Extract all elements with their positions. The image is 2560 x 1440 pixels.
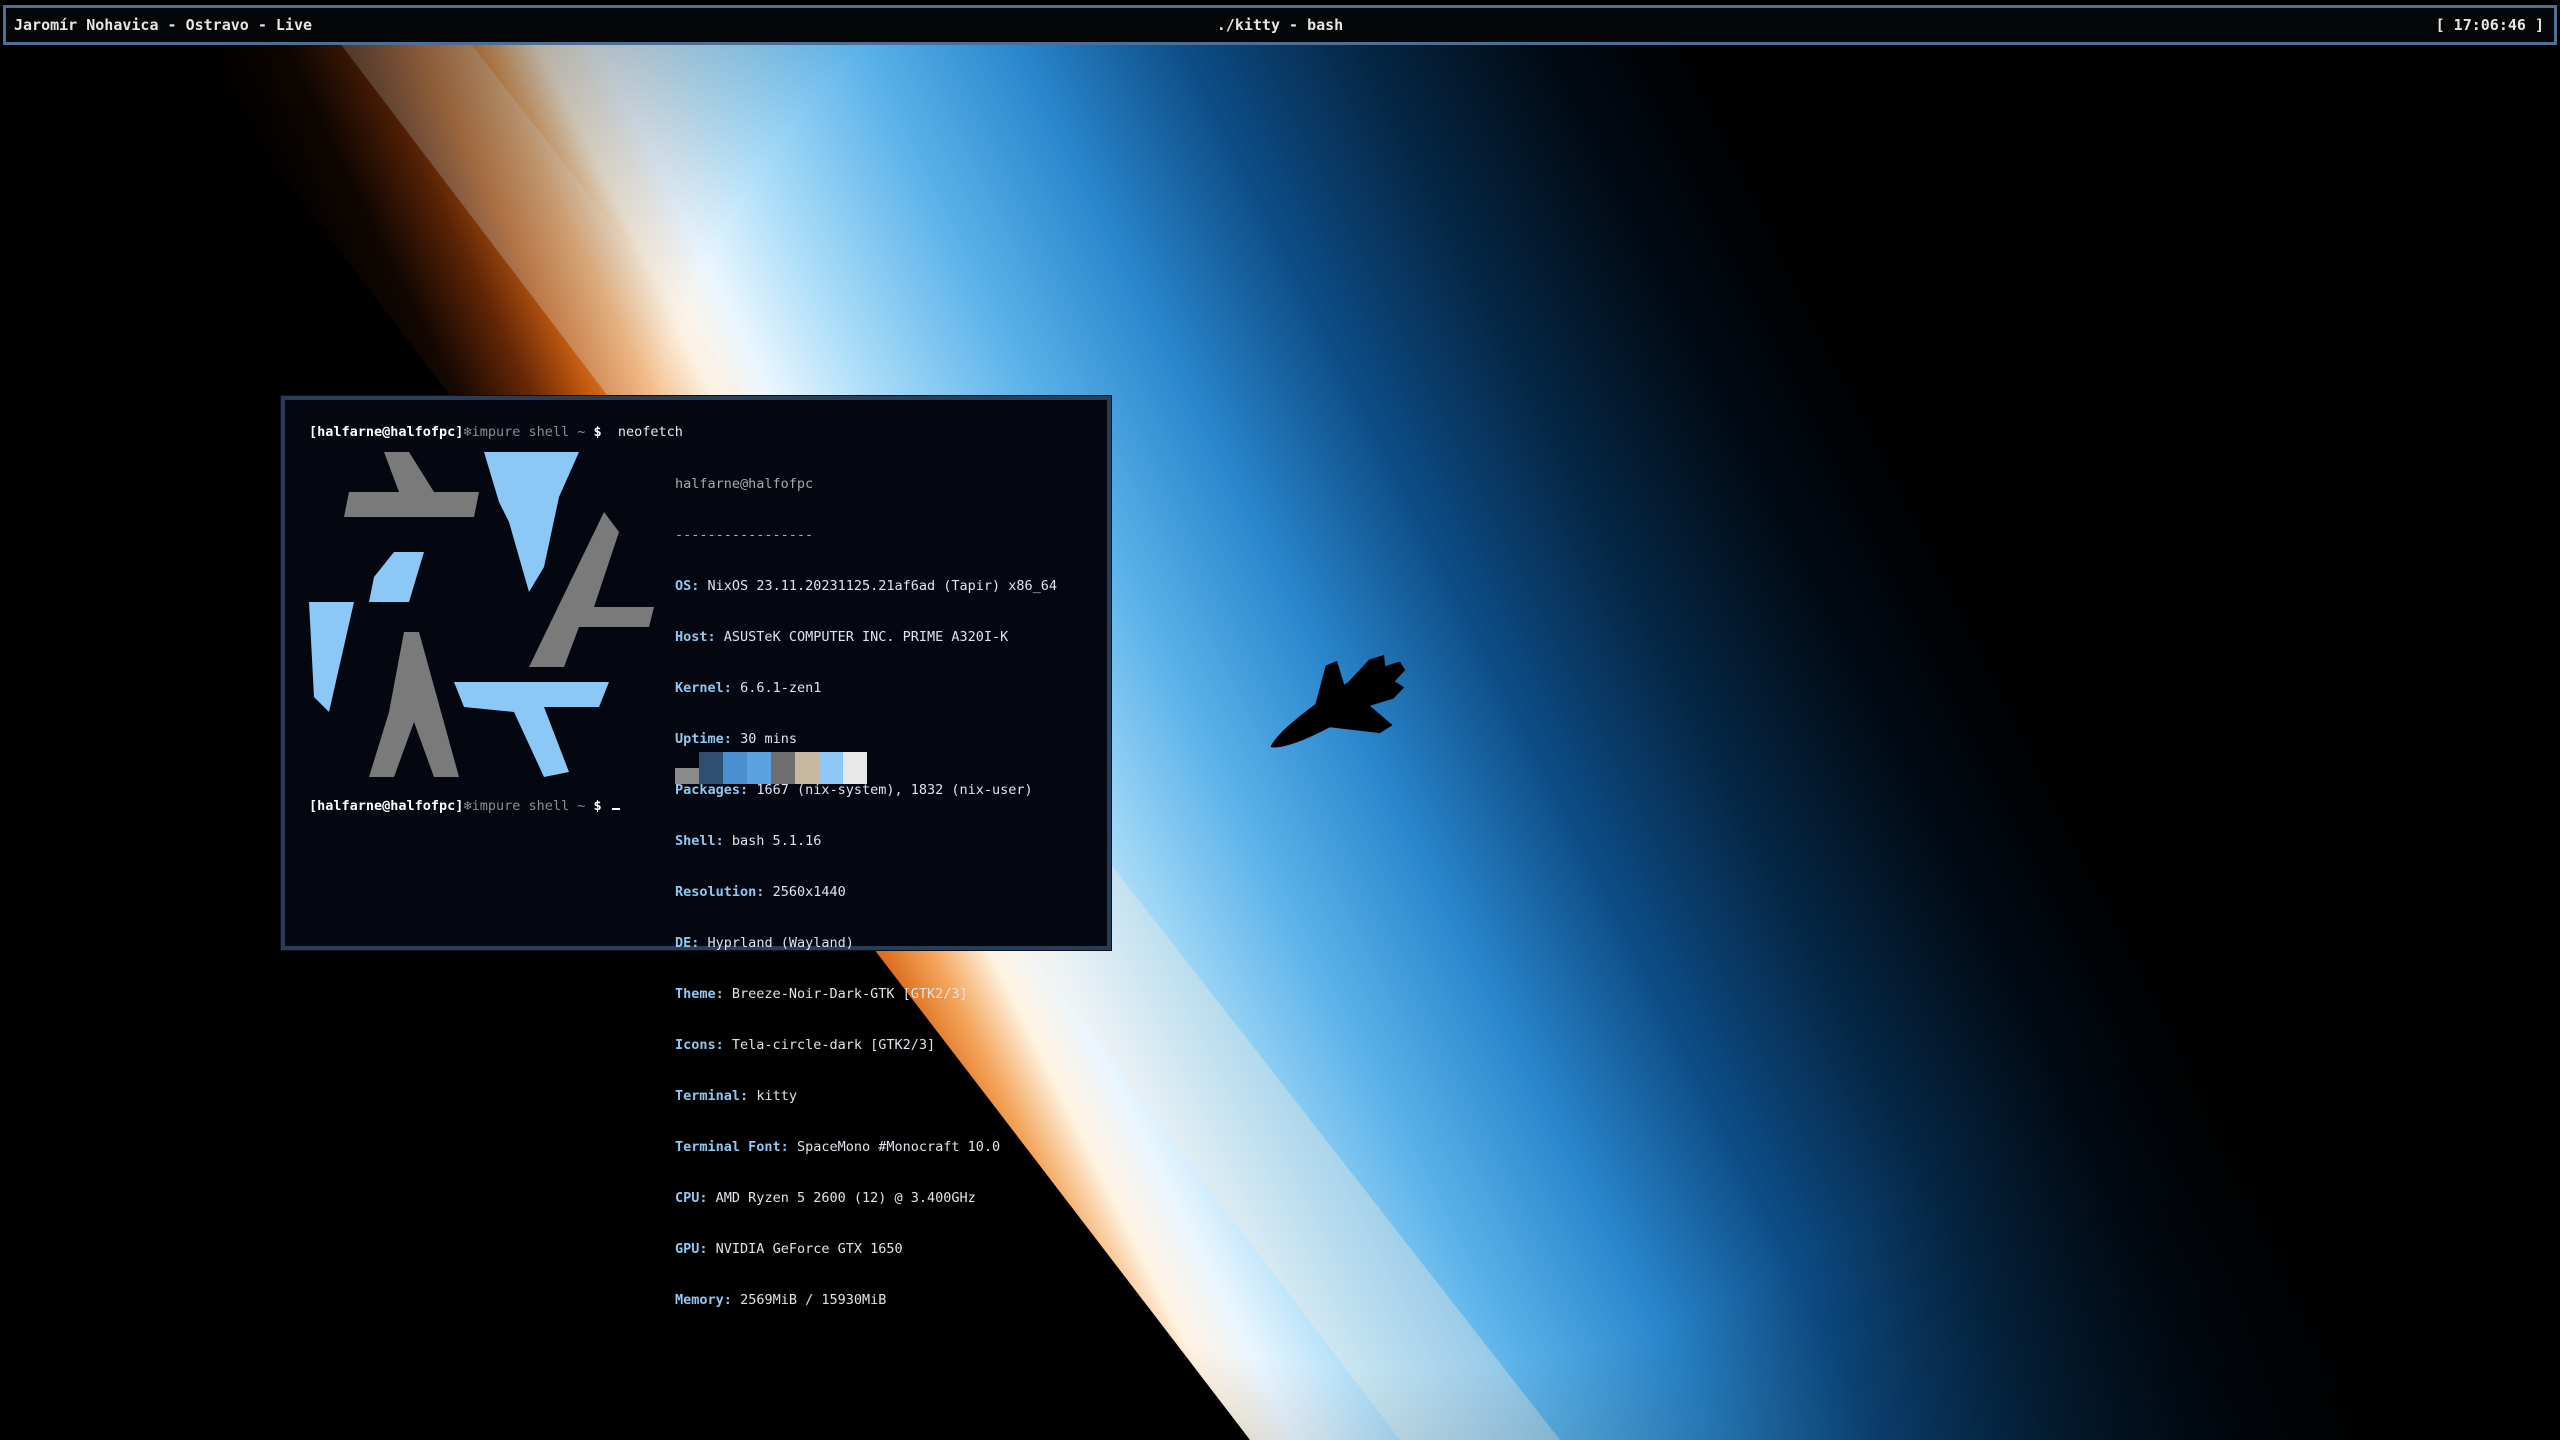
user-host-title: halfarne@halfofpc (675, 476, 814, 492)
info-value: 2569MiB / 15930MiB (740, 1292, 887, 1308)
info-key: Terminal (675, 1088, 741, 1104)
info-value: bash 5.1.16 (731, 833, 822, 849)
info-key: Shell (675, 833, 716, 849)
info-key: OS (675, 578, 692, 594)
palette-swatch (843, 752, 867, 784)
prompt-symbol: $ (593, 798, 602, 814)
palette-swatch (747, 752, 771, 784)
info-key: Kernel (675, 680, 724, 696)
info-row-terminal-font: Terminal Font: SpaceMono #Monocraft 10.0 (675, 1139, 1001, 1155)
info-row-theme: Theme: Breeze-Noir-Dark-GTK [GTK2/3] (675, 986, 968, 1002)
info-key: Uptime (675, 731, 724, 747)
info-value: NVIDIA GeForce GTX 1650 (715, 1241, 903, 1257)
info-value: NixOS 23.11.20231125.21af6ad (Tapir) x86… (707, 578, 1058, 594)
info-key: Icons (675, 1037, 716, 1053)
info-key: Theme (675, 986, 716, 1002)
info-row-gpu: GPU: NVIDIA GeForce GTX 1650 (675, 1241, 903, 1257)
system-info-panel: halfarne@halfofpc ----------------- OS: … (675, 442, 1057, 1343)
info-value: AMD Ryzen 5 2600 (12) @ 3.400GHz (715, 1190, 976, 1206)
nixos-logo-icon (309, 452, 654, 777)
info-row-de: DE: Hyprland (Wayland) (675, 935, 854, 951)
info-value: 6.6.1-zen1 (740, 680, 822, 696)
command-prompt-line-active[interactable]: [halfarne@halfofpc]❄impure shell ~ $ (309, 798, 620, 815)
kitty-terminal-window[interactable]: [halfarne@halfofpc]❄impure shell ~ $ neo… (281, 396, 1111, 1308)
info-key: DE (675, 935, 692, 951)
info-value: ASUSTeK COMPUTER INC. PRIME A320I-K (723, 629, 1009, 645)
info-row-packages: Packages: 1667 (nix-system), 1832 (nix-u… (675, 782, 1033, 798)
command-prompt-line: [halfarne@halfofpc]❄impure shell ~ $ neo… (309, 424, 683, 441)
text-cursor (611, 808, 620, 810)
info-value: Tela-circle-dark [GTK2/3] (731, 1037, 936, 1053)
palette-swatch (723, 752, 747, 784)
info-row-shell: Shell: bash 5.1.16 (675, 833, 822, 849)
title-separator: ----------------- (675, 527, 814, 543)
info-key: Resolution (675, 884, 757, 900)
info-key: Memory (675, 1292, 724, 1308)
info-value: 1667 (nix-system), 1832 (nix-user) (756, 782, 1033, 798)
palette-swatch (771, 752, 795, 784)
info-key: CPU (675, 1190, 700, 1206)
prompt-shell-indicator: ❄impure shell ~ (463, 424, 586, 440)
info-row-uptime: Uptime: 30 mins (675, 731, 797, 747)
palette-swatch (819, 752, 843, 784)
prompt-user-host: [halfarne@halfofpc] (309, 798, 464, 814)
prompt-user-host: [halfarne@halfofpc] (309, 424, 464, 440)
info-key: Terminal Font (675, 1139, 781, 1155)
info-row-memory: Memory: 2569MiB / 15930MiB (675, 1292, 887, 1308)
info-row-cpu: CPU: AMD Ryzen 5 2600 (12) @ 3.400GHz (675, 1190, 976, 1206)
clock[interactable]: [ 17:06:46 ] (2436, 8, 2544, 42)
color-palette (675, 752, 867, 784)
info-row-kernel: Kernel: 6.6.1-zen1 (675, 680, 822, 696)
info-key: GPU (675, 1241, 700, 1257)
info-value: Hyprland (Wayland) (707, 935, 854, 951)
info-row-terminal: Terminal: kitty (675, 1088, 797, 1104)
info-value: 2560x1440 (772, 884, 846, 900)
palette-swatch (795, 752, 819, 784)
info-value: kitty (756, 1088, 797, 1104)
info-row-host: Host: ASUSTeK COMPUTER INC. PRIME A320I-… (675, 629, 1009, 645)
active-window-title: ./kitty - bash (1216, 16, 1344, 34)
info-row-os: OS: NixOS 23.11.20231125.21af6ad (Tapir)… (675, 578, 1058, 594)
palette-swatch (675, 768, 699, 784)
info-row-icons: Icons: Tela-circle-dark [GTK2/3] (675, 1037, 936, 1053)
prompt-symbol: $ (593, 424, 602, 440)
prompt-shell-indicator: ❄impure shell ~ (463, 798, 586, 814)
info-value: 30 mins (740, 731, 797, 747)
info-row-resolution: Resolution: 2560x1440 (675, 884, 846, 900)
info-value: SpaceMono #Monocraft 10.0 (796, 1139, 1001, 1155)
palette-swatch (699, 752, 723, 784)
info-key: Host (675, 629, 708, 645)
info-key: Packages (675, 782, 741, 798)
top-status-bar: Jaromír Nohavica - Ostravo - Live ./kitt… (3, 5, 2557, 45)
info-value: Breeze-Noir-Dark-GTK [GTK2/3] (731, 986, 968, 1002)
command-text: neofetch (617, 424, 683, 440)
